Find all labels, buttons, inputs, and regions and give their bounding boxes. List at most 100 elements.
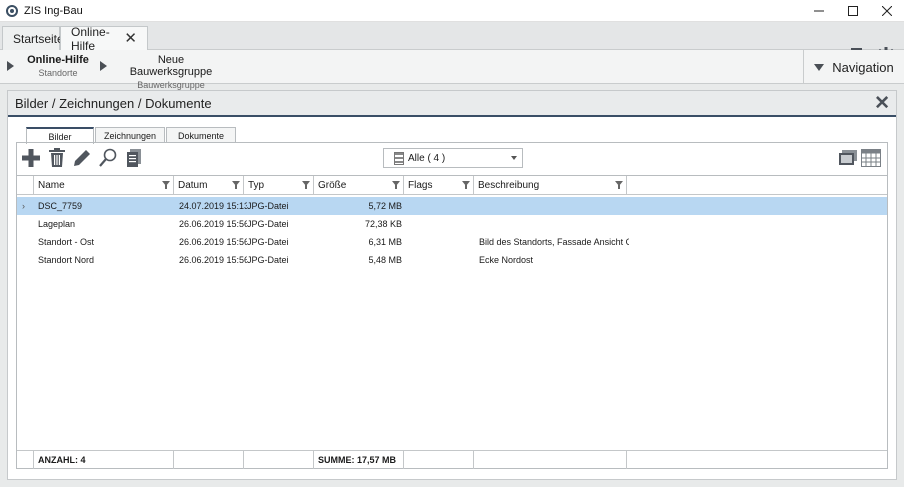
cell-datum: 24.07.2019 15:13: [179, 201, 247, 211]
images-icon: [839, 150, 857, 165]
add-button[interactable]: [20, 147, 42, 169]
cell-name: DSC_7759: [38, 201, 83, 211]
table-row[interactable]: Lageplan 26.06.2019 15:56 JPG-Datei 72,3…: [17, 215, 887, 233]
cell-groesse: 72,38 KB: [364, 219, 402, 229]
cell-groesse: 5,72 MB: [368, 201, 402, 211]
sum-label: SUMME: 17,57 MB: [318, 455, 397, 465]
table-row[interactable]: › DSC_7759 24.07.2019 15:13 JPG-Datei 5,…: [17, 197, 887, 215]
column-label: Datum: [178, 180, 208, 191]
trash-icon: [49, 148, 65, 167]
magnifier-icon: [99, 148, 117, 167]
panel-close-icon[interactable]: ✕: [874, 94, 890, 113]
cell-groesse: 5,48 MB: [368, 255, 402, 265]
close-icon: [882, 6, 892, 16]
cell-name: Lageplan: [38, 219, 76, 229]
chevron-down-icon: [511, 156, 517, 160]
subtab-dokumente[interactable]: Dokumente: [166, 127, 236, 143]
filter-funnel-icon[interactable]: [462, 181, 470, 189]
documents-table: Name Datum Typ Größe Flags Beschreibung …: [17, 175, 887, 469]
column-header-flags[interactable]: Flags: [404, 176, 474, 195]
breadcrumb: Online-Hilfe Standorte Neue Bauwerksgrup…: [0, 50, 904, 90]
cell-name: Standort Nord: [38, 255, 95, 265]
title-bar: ZIS Ing-Bau: [0, 0, 904, 22]
column-label: Name: [38, 180, 65, 191]
breadcrumb-sublabel: Bauwerksgruppe: [137, 80, 205, 90]
cell-flags: [406, 251, 474, 269]
minimize-icon: [814, 10, 824, 12]
table-row[interactable]: Standort - Ost 26.06.2019 15:56 JPG-Date…: [17, 233, 887, 251]
tab-close-icon[interactable]: ✕: [124, 31, 137, 46]
subtab-label: Dokumente: [177, 130, 225, 141]
cell-datum: 26.06.2019 15:56: [179, 255, 247, 265]
documents-panel: Bilder / Zeichnungen / Dokumente ✕ Bilde…: [7, 90, 897, 480]
cell-flags: [406, 215, 474, 233]
subtab-zeichnungen[interactable]: Zeichnungen: [95, 127, 165, 143]
close-window-button[interactable]: [870, 0, 904, 22]
list-icon: [394, 151, 404, 165]
tab-online-hilfe[interactable]: Online-Hilfe ✕: [60, 24, 148, 53]
cell-beschreibung: [477, 197, 627, 215]
chevron-down-icon: [814, 63, 825, 71]
breadcrumb-label: Online-Hilfe: [27, 54, 89, 66]
cell-typ: JPG-Datei: [247, 201, 289, 211]
tab-startseite[interactable]: Startseite: [2, 26, 64, 50]
search-button[interactable]: [97, 147, 119, 169]
filter-selected-value: Alle ( 4 ): [408, 152, 446, 164]
category-filter-select[interactable]: Alle ( 4 ): [383, 148, 523, 168]
table-icon: [861, 149, 881, 167]
filter-funnel-icon[interactable]: [392, 181, 400, 189]
filter-funnel-icon[interactable]: [615, 181, 623, 189]
minimize-button[interactable]: [802, 0, 836, 22]
cell-beschreibung: Ecke Nordost: [479, 255, 534, 265]
cell-typ: JPG-Datei: [247, 255, 289, 265]
header-indicator-cell: [17, 176, 34, 195]
column-header-groesse[interactable]: Größe: [314, 176, 404, 195]
column-header-name[interactable]: Name: [34, 176, 174, 195]
count-label: ANZAHL: 4: [38, 455, 86, 465]
filter-funnel-icon[interactable]: [232, 181, 240, 189]
filter-funnel-icon[interactable]: [302, 181, 310, 189]
cell-typ: JPG-Datei: [247, 237, 289, 247]
delete-button[interactable]: [46, 147, 68, 169]
panel-title: Bilder / Zeichnungen / Dokumente: [15, 95, 212, 111]
footer-cell: [474, 451, 627, 469]
subtab-label: Bilder: [48, 131, 72, 142]
footer-count: ANZAHL: 4: [34, 451, 174, 469]
footer-indicator-cell: [17, 451, 34, 469]
table-row[interactable]: Standort Nord 26.06.2019 15:56 JPG-Datei…: [17, 251, 887, 269]
gallery-view-button[interactable]: [837, 147, 859, 169]
edit-button[interactable]: [71, 147, 93, 169]
column-header-beschreibung[interactable]: Beschreibung: [474, 176, 627, 195]
breadcrumb-item-bauwerksgruppe[interactable]: Neue Bauwerksgruppe Bauwerksgruppe: [118, 54, 224, 90]
content-area: Alle ( 4 ) Name Datum Typ Größe Flags Be…: [16, 142, 888, 469]
column-header-datum[interactable]: Datum: [174, 176, 244, 195]
app-logo-icon: [6, 4, 18, 17]
breadcrumb-item-online-hilfe[interactable]: Online-Hilfe Standorte: [24, 54, 92, 78]
column-label: Größe: [318, 180, 347, 191]
current-row-indicator-icon: ›: [22, 201, 25, 211]
breadcrumb-label: Neue Bauwerksgruppe: [129, 54, 213, 78]
cell-beschreibung: [477, 215, 627, 233]
plus-icon: [22, 149, 40, 167]
maximize-icon: [848, 6, 858, 16]
column-label: Typ: [248, 180, 265, 191]
footer-cell: [244, 451, 314, 469]
table-header: Name Datum Typ Größe Flags Beschreibung: [17, 176, 887, 195]
column-header-typ[interactable]: Typ: [244, 176, 314, 195]
cell-datum: 26.06.2019 15:56: [179, 219, 247, 229]
pencil-icon: [74, 150, 90, 166]
breadcrumb-arrow-icon: [100, 61, 107, 71]
breadcrumb-sublabel: Standorte: [38, 68, 78, 78]
column-label: Flags: [408, 180, 433, 191]
navigation-button[interactable]: Navigation: [803, 50, 904, 84]
archive-button[interactable]: [123, 147, 145, 169]
cell-beschreibung: Bild des Standorts, Fassade Ansicht OST: [479, 237, 629, 247]
app-title: ZIS Ing-Bau: [24, 4, 83, 17]
maximize-button[interactable]: [836, 0, 870, 22]
cell-typ: JPG-Datei: [247, 219, 289, 229]
table-view-button[interactable]: [860, 147, 882, 169]
window-controls: [802, 0, 904, 22]
subtab-strip: Bilder Zeichnungen Dokumente: [26, 127, 237, 144]
tab-label: Online-Hilfe: [71, 24, 110, 53]
filter-funnel-icon[interactable]: [162, 181, 170, 189]
